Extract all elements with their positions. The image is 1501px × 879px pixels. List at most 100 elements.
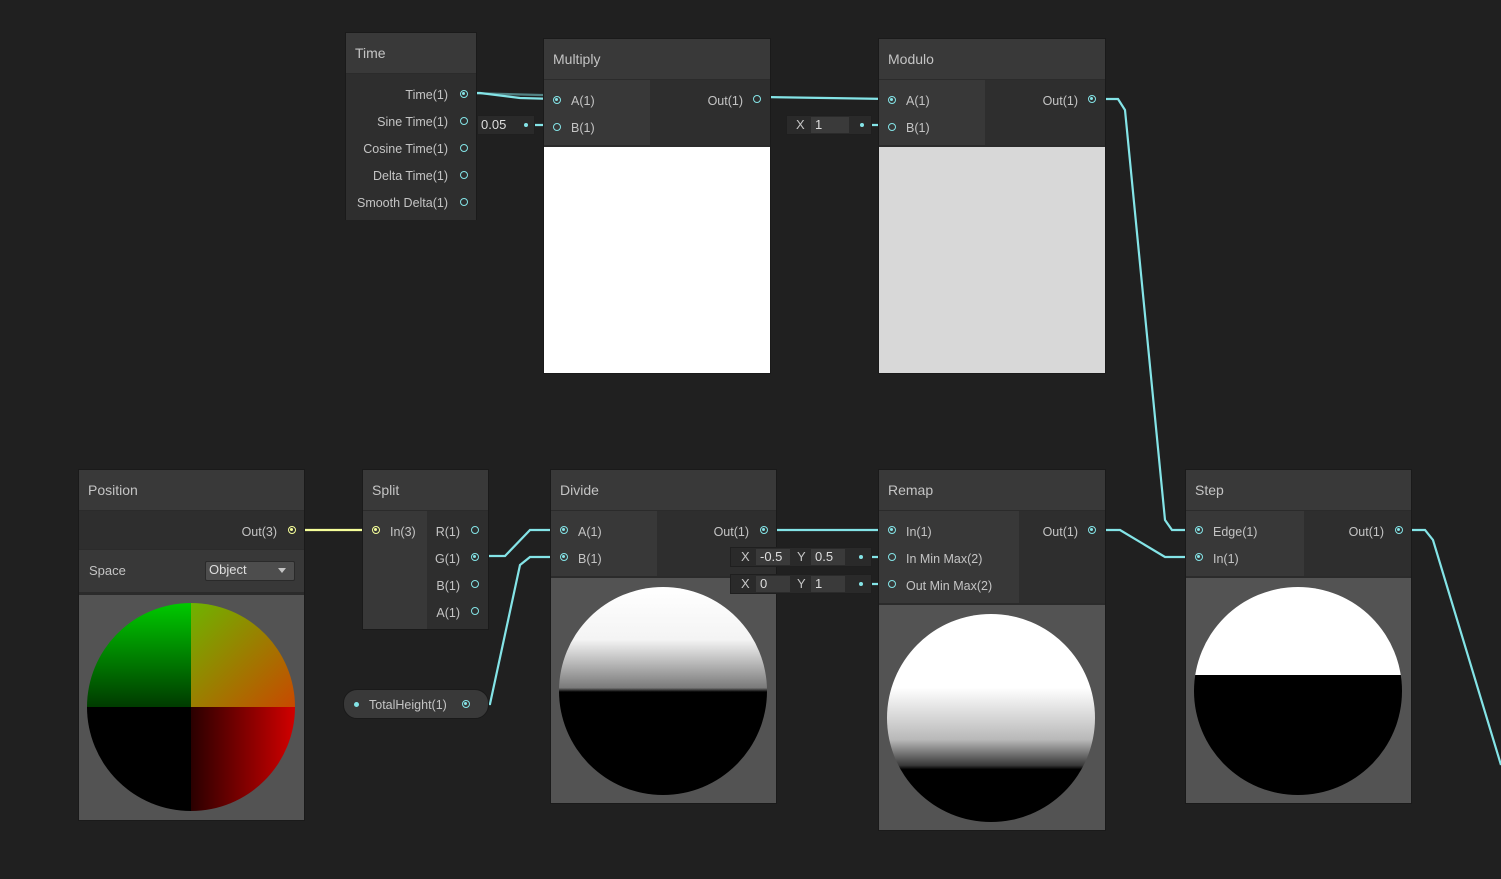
time-node[interactable]: Time Time(1) Sine Time(1) Cosine Time(1)…: [345, 32, 477, 220]
step-port-in[interactable]: [1195, 553, 1203, 561]
multiply-port-b[interactable]: [553, 123, 561, 131]
time-output-smooth-delta: Smooth Delta(1): [356, 196, 448, 210]
position-preview-sphere: [87, 603, 295, 811]
total-height-port-out[interactable]: [462, 700, 470, 708]
remap-input-in: In(1): [906, 525, 932, 539]
remap-port-out-min-max[interactable]: [888, 580, 896, 588]
step-node-title: Step: [1186, 470, 1411, 510]
remap-in-connector-dot: [859, 555, 863, 559]
multiply-b-value[interactable]: 0.05: [481, 116, 506, 134]
total-height-property[interactable]: TotalHeight(1): [343, 689, 489, 719]
step-port-out[interactable]: [1395, 526, 1403, 534]
modulo-input-b: B(1): [906, 121, 930, 135]
modulo-outputs: [985, 80, 1105, 145]
remap-node[interactable]: Remap In(1) In Min Max(2) Out Min Max(2)…: [878, 469, 1106, 831]
modulo-b-value[interactable]: 1: [815, 116, 822, 134]
time-node-title: Time: [346, 33, 476, 73]
divide-port-out[interactable]: [760, 526, 768, 534]
divide-preview: [551, 578, 776, 803]
divide-node-title: Divide: [551, 470, 776, 510]
remap-in-x-label: X: [741, 549, 750, 564]
modulo-port-a[interactable]: [888, 96, 896, 104]
multiply-input-a: A(1): [571, 94, 595, 108]
remap-out-x-value[interactable]: 0: [760, 575, 767, 593]
modulo-output: Out(1): [1042, 94, 1078, 108]
split-port-a[interactable]: [471, 607, 479, 615]
split-port-in[interactable]: [372, 526, 380, 534]
step-preview-sphere: [1194, 587, 1402, 795]
multiply-b-field[interactable]: 0.05: [477, 115, 535, 135]
modulo-input-a: A(1): [906, 94, 930, 108]
remap-out-min-max-field[interactable]: X 0 Y 1: [730, 574, 872, 594]
step-outputs: [1304, 511, 1411, 576]
time-port-delta[interactable]: [460, 171, 468, 179]
modulo-port-out[interactable]: [1088, 95, 1096, 103]
position-space-value: Object: [209, 562, 247, 577]
multiply-b-connector-dot: [524, 123, 528, 127]
remap-in-min-max-field[interactable]: X -0.5 Y 0.5: [730, 547, 872, 567]
divide-node[interactable]: Divide A(1) B(1) Out(1): [550, 469, 777, 804]
step-input-edge: Edge(1): [1213, 525, 1258, 539]
remap-out-y-label: Y: [797, 576, 806, 591]
position-output: Out(3): [241, 525, 277, 539]
remap-node-title: Remap: [879, 470, 1105, 510]
split-output-g: G(1): [435, 552, 460, 566]
step-port-edge[interactable]: [1195, 526, 1203, 534]
position-space-dropdown[interactable]: Object: [205, 561, 295, 581]
divide-port-b[interactable]: [560, 553, 568, 561]
position-node[interactable]: Position Out(3) Space Object: [78, 469, 305, 821]
time-port-sine[interactable]: [460, 117, 468, 125]
position-preview: [79, 595, 304, 820]
step-node[interactable]: Step Edge(1) In(1) Out(1): [1185, 469, 1412, 804]
split-port-r[interactable]: [471, 526, 479, 534]
remap-out-connector-dot: [859, 582, 863, 586]
remap-input-in-min-max: In Min Max(2): [906, 552, 983, 566]
split-output-b: B(1): [436, 579, 460, 593]
position-port-out[interactable]: [288, 526, 296, 534]
remap-in-y-value[interactable]: 0.5: [815, 548, 833, 566]
remap-output: Out(1): [1042, 525, 1078, 539]
modulo-b-connector-dot: [860, 123, 864, 127]
wire-modulo-to-step-edge: [1094, 97, 1198, 532]
split-output-r: R(1): [435, 525, 460, 539]
remap-in-x-value[interactable]: -0.5: [760, 548, 782, 566]
remap-preview-sphere: [887, 614, 1095, 822]
position-space-label: Space: [89, 563, 126, 578]
time-port-smooth-delta[interactable]: [460, 198, 468, 206]
wire-remap-to-step-in: [1094, 528, 1198, 559]
wire-multiply-to-modulo: [759, 95, 891, 101]
divide-output: Out(1): [713, 525, 749, 539]
modulo-node[interactable]: Modulo A(1) B(1) Out(1): [878, 38, 1106, 374]
divide-preview-sphere: [559, 587, 767, 795]
split-port-b[interactable]: [471, 580, 479, 588]
multiply-node[interactable]: Multiply A(1) B(1) Out(1): [543, 38, 771, 374]
modulo-port-b[interactable]: [888, 123, 896, 131]
remap-port-out[interactable]: [1088, 526, 1096, 534]
multiply-port-a[interactable]: [553, 96, 561, 104]
step-inputs: [1186, 511, 1304, 576]
remap-preview: [879, 605, 1105, 830]
remap-in-y-label: Y: [797, 549, 806, 564]
chevron-down-icon: [278, 568, 286, 573]
remap-port-in-min-max[interactable]: [888, 553, 896, 561]
split-port-g[interactable]: [471, 553, 479, 561]
remap-out-y-value[interactable]: 1: [815, 575, 822, 593]
divide-inputs: [551, 511, 657, 576]
modulo-inputs: [879, 80, 985, 145]
modulo-b-field[interactable]: X 1: [786, 115, 872, 135]
multiply-node-title: Multiply: [544, 39, 770, 79]
multiply-outputs: [650, 80, 770, 145]
split-node[interactable]: Split In(3) R(1) G(1) B(1) A(1): [362, 469, 489, 630]
divide-port-a[interactable]: [560, 526, 568, 534]
remap-port-in[interactable]: [888, 526, 896, 534]
split-output-a: A(1): [436, 606, 460, 620]
multiply-inputs: [544, 80, 650, 145]
time-output-cosine: Cosine Time(1): [363, 142, 448, 156]
modulo-node-title: Modulo: [879, 39, 1105, 79]
total-height-label: TotalHeight(1): [369, 698, 447, 712]
time-port-time[interactable]: [460, 90, 468, 98]
time-port-cosine[interactable]: [460, 144, 468, 152]
split-input: In(3): [390, 525, 416, 539]
multiply-port-out[interactable]: [753, 95, 761, 103]
multiply-output: Out(1): [707, 94, 743, 108]
